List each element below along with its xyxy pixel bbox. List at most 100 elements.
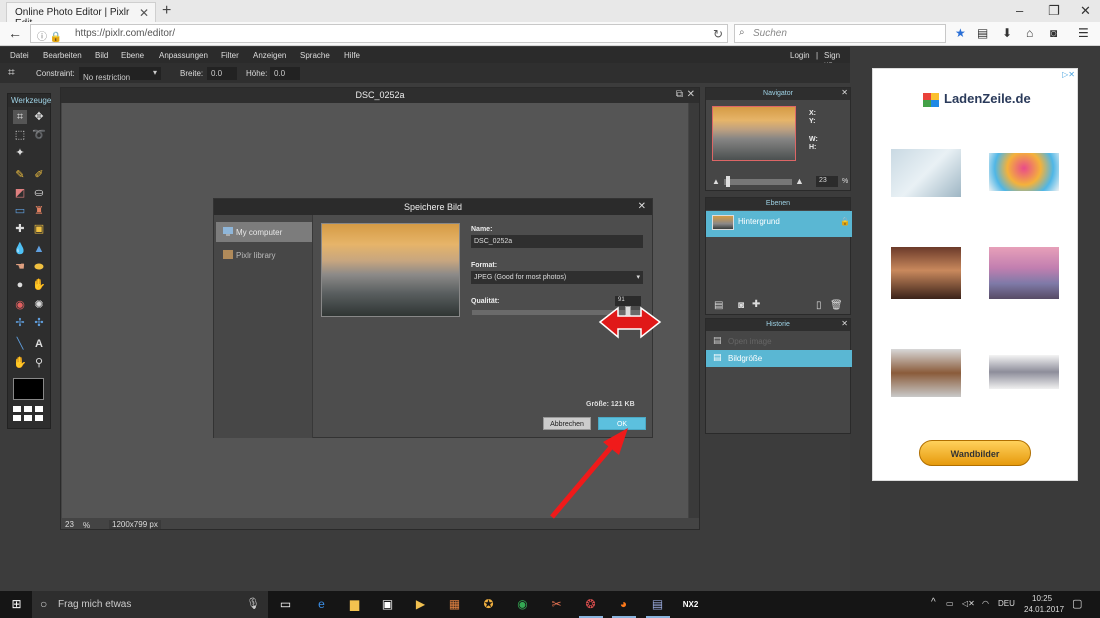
wand-tool-icon[interactable]: ✦ [13,146,27,160]
language-indicator[interactable]: DEU [998,599,1015,608]
chrome-icon[interactable]: ◉ [514,596,531,613]
history-item[interactable]: ▤ Open image [706,333,852,349]
home-icon[interactable]: ⌂ [1026,26,1033,40]
menu-ebene[interactable]: Ebene [121,51,144,60]
quality-slider[interactable] [472,310,644,315]
cancel-button[interactable]: Abbrechen [543,417,591,430]
ad-image-guitars[interactable] [891,349,961,397]
file-explorer-icon[interactable]: ▆ [346,596,363,613]
blur-tool-icon[interactable]: 💧 [13,242,27,256]
add-style-icon[interactable]: ✚ [752,299,760,310]
app-icon-6[interactable]: ▤ [649,596,666,613]
app-icon-5[interactable]: ❂ [582,596,599,613]
burn-tool-icon[interactable]: ✋ [32,278,46,292]
clock-time[interactable]: 10:25 [1032,594,1052,603]
app-icon-3[interactable]: ✪ [480,596,497,613]
volume-icon[interactable]: ◁✕ [962,599,975,608]
menu-bearbeiten[interactable]: Bearbeiten [43,51,82,60]
source-my-computer[interactable]: My computer [216,222,312,242]
reload-icon[interactable]: ↻ [713,27,723,41]
nx2-icon[interactable]: NX2 [682,596,699,613]
close-window-button[interactable]: ✕ [1080,3,1091,19]
zoom-out-icon[interactable]: ▲ [712,177,720,186]
ad-image-hall[interactable] [891,247,961,299]
navigator-zoom-handle[interactable] [726,176,730,187]
maximize-button[interactable]: ❐ [1048,3,1060,19]
replace-tool-icon[interactable]: ▣ [32,222,46,236]
pencil-tool-icon[interactable]: ✎ [13,168,27,182]
minimize-button[interactable]: – [1016,3,1023,18]
hand-tool-icon[interactable]: ✋ [13,356,27,370]
navigator-close-icon[interactable]: ✕ [841,88,848,97]
navigator-thumbnail[interactable] [712,106,796,161]
login-link[interactable]: Login [790,51,810,60]
reading-list-icon[interactable]: ▤ [977,26,988,40]
constraint-select[interactable]: No restriction ▾ [79,67,161,82]
url-bar[interactable]: ⓘ 🔒 https://pixlr.com/editor/ ↻ [30,24,728,43]
layer-mask-icon[interactable]: ◙ [738,300,744,311]
format-select[interactable]: JPEG (Good for most photos) ▾ [471,271,643,284]
dialog-close-icon[interactable]: ✕ [638,201,646,212]
text-tool-icon[interactable]: A [32,337,46,351]
app-icon-4[interactable]: ✂ [548,596,565,613]
pocket-icon[interactable]: ◙ [1050,26,1057,40]
pinch-tool-icon[interactable]: ✣ [32,316,46,330]
sharpen-tool-icon[interactable]: ▲ [32,242,46,256]
document-titlebar[interactable]: DSC_0252a ⧉ ✕ [61,88,699,103]
smudge-tool-icon[interactable]: ☚ [13,260,27,274]
ad-cta-button[interactable]: Wandbilder [919,440,1031,466]
task-view-icon[interactable]: ▭ [277,596,294,613]
zoom-value[interactable]: 23 [65,520,74,529]
menu-filter[interactable]: Filter [221,51,239,60]
ad-info-icon[interactable]: ▷✕ [1062,70,1075,79]
layer-settings-icon[interactable]: ▤ [714,300,723,311]
grid-view-icon[interactable] [13,406,45,422]
quality-value[interactable]: 91 [615,296,641,306]
eraser-tool-icon[interactable]: ◩ [13,186,27,200]
bookmark-star-icon[interactable]: ★ [955,26,966,40]
vertical-scrollbar[interactable] [689,103,699,518]
battery-icon[interactable]: ▭ [946,599,954,608]
clock-date[interactable]: 24.01.2017 [1024,605,1064,614]
heal-tool-icon[interactable]: ✚ [13,222,27,236]
zoom-tool-icon[interactable]: ⚲ [32,356,46,370]
microphone-icon[interactable]: 🎙 [246,597,260,610]
crop-tool-icon[interactable]: ⌗ [13,110,27,124]
download-icon[interactable]: ⬇ [1002,26,1012,40]
tab-close-icon[interactable]: ✕ [139,6,149,20]
app-icon-2[interactable]: ▦ [446,596,463,613]
width-input[interactable]: 0.0 [207,67,237,80]
menu-anzeigen[interactable]: Anzeigen [253,51,286,60]
restore-icon[interactable]: ⧉ [676,89,683,100]
ad-image-tree[interactable] [989,153,1059,191]
color-swatch[interactable] [13,378,44,400]
ad-image-elephants[interactable] [989,355,1059,389]
store-icon[interactable]: ▣ [379,596,396,613]
network-icon[interactable]: ◠ [982,599,989,608]
layer-row[interactable]: Hintergrund 🔒 [706,211,852,237]
sponge-tool-icon[interactable]: ⬬ [32,260,46,274]
search-input[interactable]: ⌕ Suchen [734,24,946,43]
windows-start-icon[interactable]: ⊞ [8,596,25,613]
browser-tab[interactable]: Online Photo Editor | Pixlr Edit... ✕ [6,2,156,29]
name-input[interactable]: DSC_0252a [471,235,643,248]
navigator-zoom-slider[interactable] [724,179,792,185]
dodge-tool-icon[interactable]: ● [13,278,27,292]
app-icon-1[interactable]: ▶ [412,596,429,613]
zoom-in-icon[interactable]: ▲ [795,176,804,186]
menu-datei[interactable]: Datei [10,51,29,60]
menu-hilfe[interactable]: Hilfe [344,51,360,60]
source-pixlr-library[interactable]: Pixlr library [216,245,312,265]
history-item-active[interactable]: ▤ Bildgröße [706,350,852,367]
menu-sprache[interactable]: Sprache [300,51,330,60]
bucket-tool-icon[interactable]: ⛀ [32,186,46,200]
menu-icon[interactable]: ☰ [1078,26,1089,40]
gradient-tool-icon[interactable]: ▭ [13,204,27,218]
quality-slider-handle[interactable] [625,306,631,316]
ad-image-pier[interactable] [989,247,1059,299]
ad-image-waves[interactable] [891,149,961,197]
move-tool-icon[interactable]: ✥ [32,110,46,124]
edge-icon[interactable]: e [313,596,330,613]
brush-tool-icon[interactable]: ✐ [32,168,46,182]
lasso-tool-icon[interactable]: ➰ [32,128,46,142]
